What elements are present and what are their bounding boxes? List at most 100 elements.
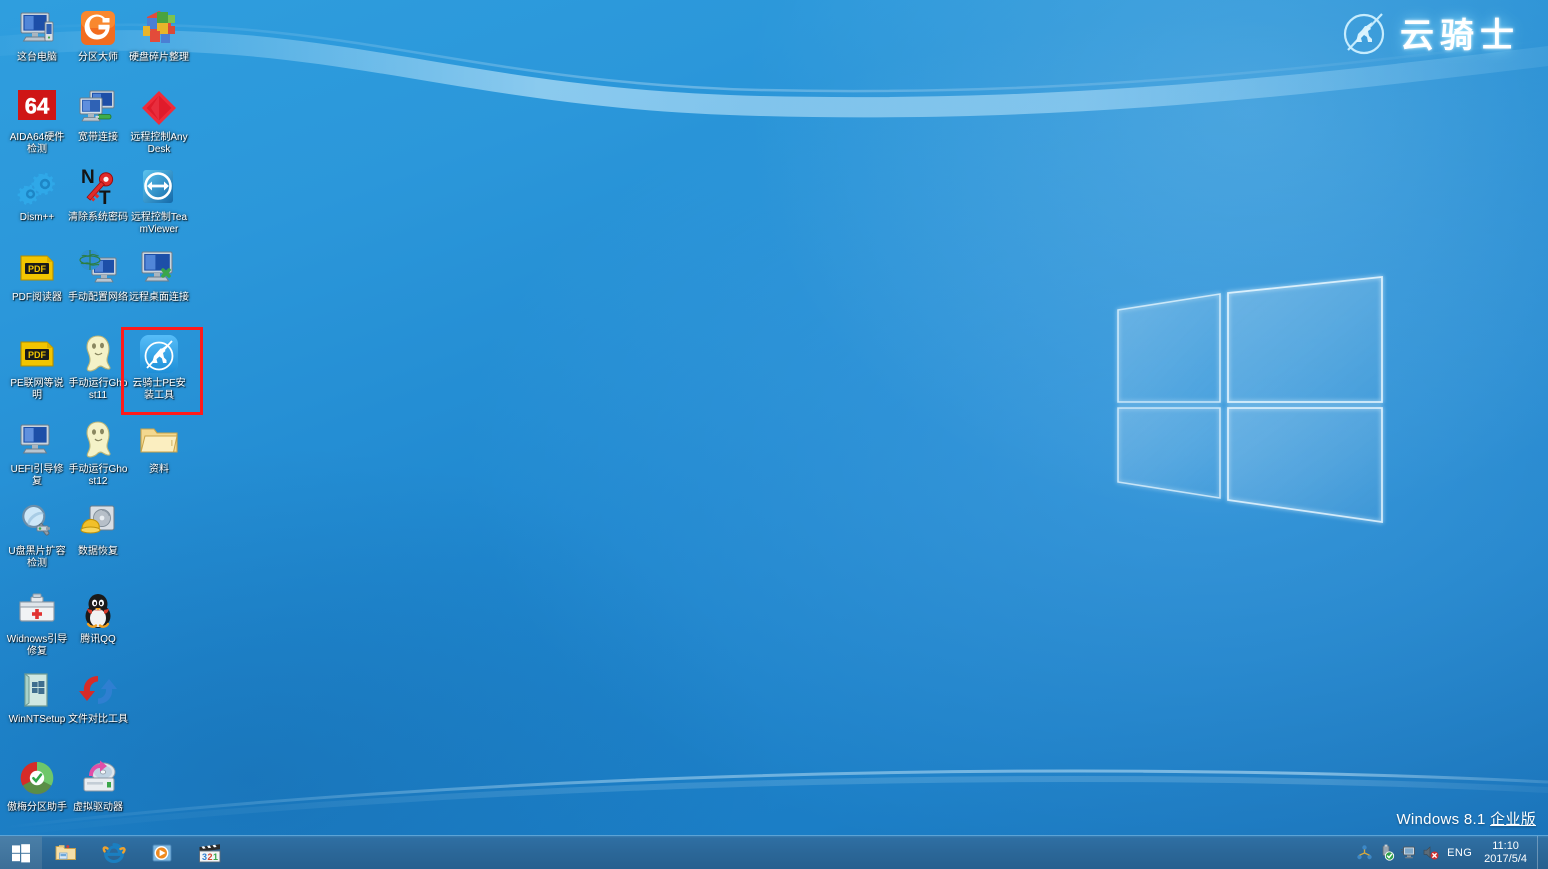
- taskbar: 3 2 1 ENG 11:10 2017/5/4: [0, 835, 1548, 869]
- taskbar-clock[interactable]: 11:10 2017/5/4: [1482, 840, 1537, 866]
- desktop-icon[interactable]: PDF PE联网等说明: [6, 332, 68, 401]
- show-desktop-button[interactable]: [1537, 835, 1544, 869]
- desktop-icon-label: 远程控制TeamViewer: [130, 212, 188, 235]
- mpc-321-icon: 3 2 1: [199, 843, 221, 862]
- svg-text:1: 1: [213, 852, 218, 862]
- desktop-icon-label: 硬盘碎片整理: [129, 52, 189, 63]
- tray-item-usb-eject[interactable]: [1375, 836, 1397, 869]
- teamviewer-icon: [137, 166, 181, 210]
- desktop-icon-label: Widnows引导修复: [6, 634, 68, 657]
- windows-activation-watermark: Windows 8.1 企业版: [1396, 808, 1536, 829]
- desktop-icon-label: 手动运行Ghost11: [68, 378, 128, 401]
- knight-app-icon: [137, 332, 181, 376]
- taskbar-item-media-player[interactable]: [138, 836, 186, 869]
- desktop-icon-label: 资料: [149, 464, 169, 475]
- brand-name: 云骑士: [1400, 16, 1520, 55]
- start-button[interactable]: [0, 835, 42, 869]
- desktop-icon-label: 虚拟驱动器: [73, 802, 123, 813]
- internet-explorer-icon: [102, 842, 126, 863]
- taskbar-item-internet-explorer[interactable]: [90, 836, 138, 869]
- svg-text:64: 64: [25, 94, 50, 119]
- desktop-icon[interactable]: 宽带连接: [67, 86, 129, 144]
- tray-language-indicator[interactable]: ENG: [1441, 847, 1482, 859]
- svg-text:PDF: PDF: [28, 264, 47, 274]
- taskbar-item-file-explorer[interactable]: [42, 836, 90, 869]
- desktop-icon[interactable]: 虚拟驱动器: [67, 756, 129, 814]
- file-explorer-icon: [55, 844, 76, 860]
- desktop-icon-label: 清除系统密码: [68, 212, 128, 223]
- desktop-icon[interactable]: 数据恢复: [67, 500, 129, 558]
- clock-time: 11:10: [1492, 839, 1519, 852]
- desktop-icon-label: 手动运行Ghost12: [68, 464, 128, 487]
- tray-item-volume-muted[interactable]: [1419, 836, 1441, 869]
- boot-repair-kit-icon: [15, 588, 59, 632]
- file-compare-icon: [76, 668, 120, 712]
- svg-text:N: N: [81, 167, 95, 188]
- ghost-icon: [76, 418, 120, 462]
- desktop-icon-label: 云骑士PE安装工具: [132, 378, 186, 401]
- desktop-icon[interactable]: 手动运行Ghost11: [67, 332, 129, 401]
- desktop-icon[interactable]: 资料: [128, 418, 190, 476]
- desktop-icon[interactable]: 傲梅分区助手: [6, 756, 68, 814]
- svg-text:PDF: PDF: [28, 350, 47, 360]
- desktop-icon[interactable]: 硬盘碎片整理: [128, 6, 190, 64]
- desktop-icon[interactable]: 远程桌面连接: [128, 246, 190, 304]
- tray-item-display[interactable]: [1397, 836, 1419, 869]
- desktop-icon[interactable]: PDF PDF阅读器: [6, 246, 68, 304]
- taskbar-item-mpc[interactable]: 3 2 1: [186, 836, 234, 869]
- desktop-icon[interactable]: Widnows引导修复: [6, 588, 68, 657]
- broadband-connect-icon: [76, 86, 120, 130]
- display-icon: [1400, 846, 1415, 859]
- desktop-icon-label: 这台电脑: [17, 52, 57, 63]
- desktop-icon[interactable]: 云骑士PE安装工具: [121, 327, 203, 415]
- desktop-icon-label: 分区大师: [78, 52, 118, 63]
- desktop-icon[interactable]: WinNTSetup: [6, 668, 68, 726]
- windows-hero-logo: [1117, 276, 1383, 524]
- ghost-icon: [76, 332, 120, 376]
- desktop-icon-label: 手动配置网络: [68, 292, 128, 303]
- desktop-icon-label: PE联网等说明: [10, 378, 64, 401]
- volume-muted-icon: [1423, 846, 1439, 860]
- aida64-icon: 64: [15, 86, 59, 130]
- desktop-icon[interactable]: 64 AIDA64硬件检测: [6, 86, 68, 155]
- usb-detect-icon: [15, 500, 59, 544]
- svg-text:T: T: [99, 188, 111, 209]
- svg-text:2: 2: [208, 852, 213, 862]
- anydesk-icon: [137, 86, 181, 130]
- desktop-icon[interactable]: 这台电脑: [6, 6, 68, 64]
- remote-desktop-icon: [137, 246, 181, 290]
- desktop-icon[interactable]: 远程控制AnyDesk: [128, 86, 190, 155]
- desktop-glow-top-right: [700, 0, 1548, 560]
- winntsetup-icon: [15, 668, 59, 712]
- desktop-icon[interactable]: 手动配置网络: [67, 246, 129, 304]
- desktop[interactable]: 云骑士 这台电脑 分区大师 硬盘碎片整理 64 AIDA64硬件检测 宽带连接 …: [0, 0, 1548, 869]
- data-recovery-icon: [76, 500, 120, 544]
- system-tray: ENG 11:10 2017/5/4: [1353, 835, 1548, 869]
- wallpaper-arc-bottom: [0, 769, 1548, 837]
- desktop-icon-label: WinNTSetup: [8, 714, 66, 725]
- brand-logo: 云骑士: [1338, 6, 1520, 58]
- virtual-drive-icon: [76, 756, 120, 800]
- desktop-icon[interactable]: 腾讯QQ: [67, 588, 129, 646]
- desktop-icon-label: 远程桌面连接: [129, 292, 189, 303]
- tray-item-network[interactable]: [1353, 836, 1375, 869]
- knight-emblem-icon: [1343, 13, 1385, 55]
- windows-start-icon: [12, 843, 30, 862]
- desktop-icon[interactable]: 分区大师: [67, 6, 129, 64]
- desktop-icon-label: 宽带连接: [78, 132, 118, 143]
- dism-gears-icon: [15, 166, 59, 210]
- disk-defrag-icon: [137, 6, 181, 50]
- desktop-icon[interactable]: UEFI引导修复: [6, 418, 68, 487]
- desktop-icon[interactable]: U盘黑片扩容检测: [6, 500, 68, 569]
- desktop-icon[interactable]: Dism++: [6, 166, 68, 224]
- desktop-icon[interactable]: 远程控制TeamViewer: [128, 166, 190, 235]
- desktop-icon[interactable]: 文件对比工具: [67, 668, 129, 726]
- desktop-icon-label: 傲梅分区助手: [7, 802, 67, 813]
- watermark-product: Windows 8.1: [1396, 811, 1486, 828]
- folder-icon: [137, 418, 181, 462]
- desktop-icon[interactable]: N T 清除系统密码: [67, 166, 129, 224]
- desktop-icon[interactable]: 手动运行Ghost12: [67, 418, 129, 487]
- desktop-icon-label: 腾讯QQ: [80, 634, 116, 645]
- pdf-reader-icon: PDF: [15, 246, 59, 290]
- usb-eject-icon: [1382, 844, 1394, 861]
